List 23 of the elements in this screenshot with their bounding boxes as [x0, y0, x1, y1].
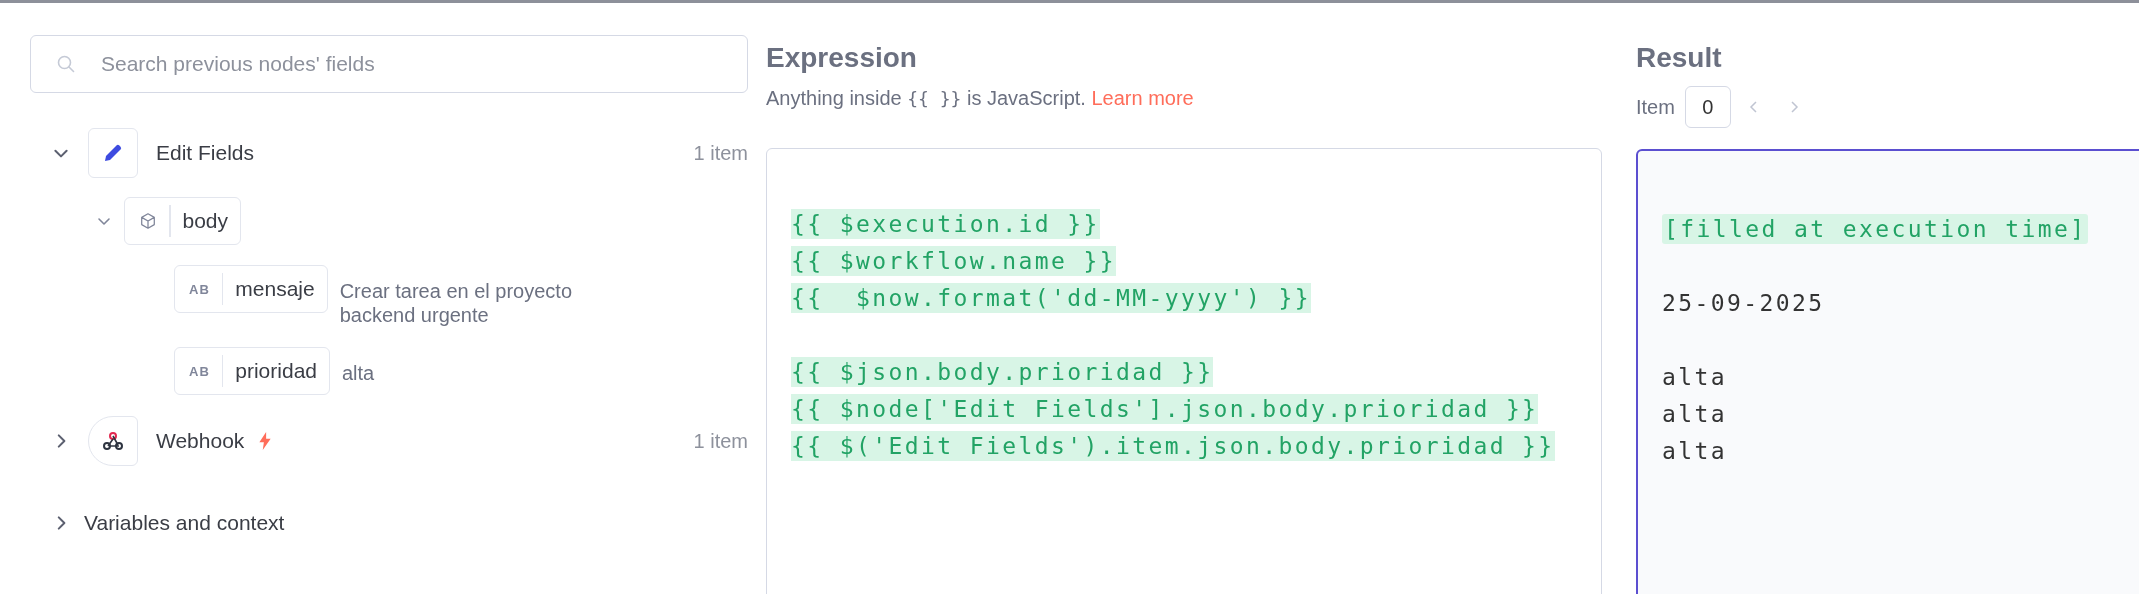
- search-field[interactable]: Search previous nodes' fields: [30, 35, 748, 93]
- item-count: 1 item: [693, 429, 748, 453]
- field-pill[interactable]: AB prioridad: [174, 347, 330, 395]
- item-label: Item: [1636, 95, 1675, 119]
- result-line: alta: [1662, 437, 1727, 464]
- result-line: 25-09-2025: [1662, 289, 1825, 316]
- item-count: 1 item: [693, 141, 748, 165]
- item-index-field[interactable]: 0: [1684, 86, 1731, 128]
- cube-icon: [139, 212, 157, 230]
- field-value: alta: [342, 361, 375, 385]
- section-label[interactable]: Variables and context: [84, 511, 285, 535]
- field-pill[interactable]: body: [124, 197, 242, 245]
- lightning-icon: [258, 432, 273, 450]
- node-name: Webhook: [156, 429, 245, 453]
- search-icon: [56, 54, 76, 74]
- node-name: Edit Fields: [156, 141, 255, 165]
- panel-title: Expression: [766, 41, 918, 75]
- field-value: Crear tarea en el proyecto backend urgente: [339, 279, 573, 327]
- result-line: alta: [1662, 363, 1727, 390]
- result-line: alta: [1662, 400, 1727, 427]
- field-pill[interactable]: AB mensaje: [174, 265, 328, 313]
- hint-text: Anything inside {{ }} is JavaScript.: [766, 87, 1087, 109]
- panel-title: Result: [1636, 41, 1723, 75]
